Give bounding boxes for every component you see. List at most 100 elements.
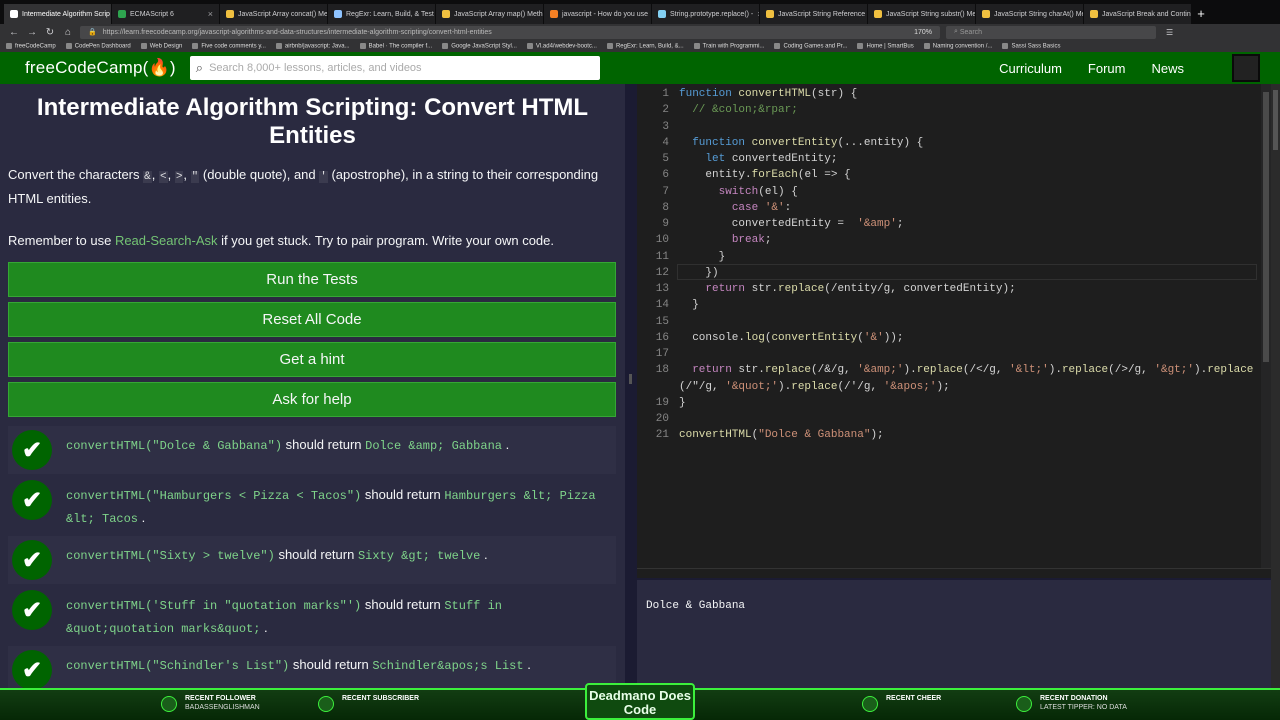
code-line[interactable]: 2 // &colon;&rpar; bbox=[637, 104, 1271, 120]
bookmark-item[interactable]: Naming convention /... bbox=[923, 42, 992, 49]
overlay-widget: Recent Subscriber bbox=[342, 695, 420, 702]
line-number: 17 bbox=[655, 348, 669, 360]
new-tab-button[interactable]: + bbox=[1192, 4, 1210, 24]
url-bar[interactable]: 🔒 https://learn.freecodecamp.org/javascr… bbox=[80, 25, 940, 39]
forward-icon[interactable]: → bbox=[26, 27, 38, 38]
code-line[interactable]: 12 }) bbox=[637, 267, 1271, 283]
browser-tab[interactable]: RegExr: Learn, Build, & Test R× bbox=[328, 4, 435, 24]
line-number: 19 bbox=[655, 396, 669, 409]
code-line[interactable]: 19} bbox=[637, 397, 1271, 413]
editor-horizontal-scrollbar[interactable] bbox=[637, 568, 1271, 578]
browser-tab[interactable]: JavaScript String substr() Me× bbox=[868, 4, 975, 24]
bookmark-item[interactable]: CodePen Dashboard bbox=[65, 42, 131, 49]
menu-icon[interactable]: ☰ bbox=[1166, 28, 1173, 37]
bookmark-item[interactable]: Vl.ad4/webdev-bootc... bbox=[526, 42, 597, 49]
bookmark-icon bbox=[65, 42, 72, 49]
bookmark-item[interactable]: Babel · The compiler f... bbox=[359, 42, 432, 49]
bookmark-item[interactable]: Five code comments y... bbox=[192, 42, 266, 49]
test-text: convertHTML("Hamburgers < Pizza < Tacos"… bbox=[66, 487, 596, 526]
close-icon[interactable]: × bbox=[208, 9, 213, 19]
code-line[interactable]: 1 function convertHTML(str) { bbox=[637, 88, 1271, 104]
code-line[interactable]: 17 bbox=[637, 348, 1271, 364]
browser-tab[interactable]: JavaScript String charAt() Me× bbox=[976, 4, 1083, 24]
test-text: convertHTML("Dolce & Gabbana") should re… bbox=[66, 437, 510, 453]
code-text: convertedEntity = '&amp'; bbox=[679, 218, 904, 230]
code-line[interactable]: 8 case '&': bbox=[637, 202, 1271, 218]
bookmark-item[interactable]: freeCodeCamp bbox=[6, 42, 56, 49]
code-line[interactable]: 3 bbox=[637, 121, 1271, 137]
challenge-buttons: Run the Tests Reset All Code Get a hint … bbox=[0, 252, 625, 417]
bookmark-item[interactable]: Web Design bbox=[140, 42, 182, 49]
code-line[interactable]: 13 return str.replace(/entity/g, convert… bbox=[637, 283, 1271, 299]
avatar[interactable] bbox=[1232, 54, 1260, 82]
line-number: 4 bbox=[662, 136, 669, 149]
browser-tab[interactable]: javascript - How do you use× bbox=[544, 4, 651, 24]
tab-label: RegExr: Learn, Build, & Test R bbox=[346, 10, 435, 18]
close-icon[interactable]: × bbox=[757, 9, 759, 19]
bookmark-icon bbox=[359, 42, 366, 49]
test-text: convertHTML('Stuff in "quotation marks"'… bbox=[66, 597, 502, 636]
lock-icon: 🔒 bbox=[88, 29, 97, 36]
browser-search-field[interactable]: ⌕ Search bbox=[946, 25, 1156, 39]
bookmark-icon bbox=[6, 42, 12, 49]
back-icon[interactable]: ← bbox=[8, 27, 20, 38]
browser-tab[interactable]: JavaScript String Reference × bbox=[760, 4, 867, 24]
code-line[interactable]: 4 function convertEntity(...entity) { bbox=[637, 137, 1271, 153]
code-line[interactable]: 16 console.log(convertEntity('&')); bbox=[637, 332, 1271, 348]
browser-tab[interactable]: JavaScript Array map() Meth× bbox=[436, 4, 543, 24]
bookmark-item[interactable]: Home | SmartBus bbox=[857, 42, 914, 49]
nav-forum[interactable]: Forum bbox=[1088, 61, 1126, 76]
reload-icon[interactable]: ↻ bbox=[44, 27, 56, 38]
check-icon: ✔ bbox=[12, 480, 52, 520]
ask-help-button[interactable]: Ask for help bbox=[8, 382, 616, 417]
code-line[interactable]: 18 return str.replace(/&/g, '&amp;').rep… bbox=[637, 364, 1271, 380]
fcc-logo[interactable]: freeCodeCamp(🔥) bbox=[25, 58, 176, 78]
code-line[interactable]: 6 entity.forEach(el => { bbox=[637, 169, 1271, 185]
page-scrollbar[interactable] bbox=[1271, 84, 1280, 720]
code-line[interactable]: 9 convertedEntity = '&amp'; bbox=[637, 218, 1271, 234]
browser-tab[interactable]: JavaScript Array concat() Me× bbox=[220, 4, 327, 24]
code-line[interactable]: 14 } bbox=[637, 299, 1271, 315]
bookmark-icon bbox=[526, 42, 533, 49]
bookmark-item[interactable]: airbnb/javascript: Java... bbox=[275, 42, 350, 49]
code-line[interactable]: (/"/g, '&quot;').replace(/'/g, '&apos;')… bbox=[637, 381, 1271, 397]
pane-divider[interactable] bbox=[625, 84, 637, 720]
browser-tab[interactable]: String.prototype.replace() -× bbox=[652, 4, 759, 24]
favicon-icon bbox=[442, 10, 450, 18]
browser-tab-bar: Intermediate Algorithm Scrip×ECMAScript … bbox=[0, 0, 1280, 24]
bookmark-item[interactable]: RegExr: Learn, Build, &... bbox=[606, 42, 684, 49]
line-number: 16 bbox=[655, 331, 669, 344]
home-icon[interactable]: ⌂ bbox=[62, 27, 74, 38]
nav-news[interactable]: News bbox=[1151, 61, 1184, 76]
code-text: case '&': bbox=[731, 201, 792, 214]
code-text: switch(el) { bbox=[718, 185, 798, 198]
browser-tab[interactable]: Intermediate Algorithm Scrip× bbox=[4, 4, 111, 24]
get-hint-button[interactable]: Get a hint bbox=[8, 342, 616, 377]
browser-tab[interactable]: ECMAScript 6 × bbox=[112, 4, 219, 24]
run-tests-button[interactable]: Run the Tests bbox=[8, 262, 616, 297]
read-search-ask-link[interactable]: Read-Search-Ask bbox=[115, 233, 218, 248]
code-line[interactable]: 21 convertHTML("Dolce & Gabbana"); bbox=[637, 429, 1271, 445]
reset-code-button[interactable]: Reset All Code bbox=[8, 302, 616, 337]
tab-label: JavaScript Array concat() Me bbox=[238, 10, 327, 18]
favicon-icon bbox=[1090, 10, 1098, 18]
bookmark-item[interactable]: Train with Programmi... bbox=[693, 42, 764, 49]
test-row: ✔ convertHTML("Hamburgers < Pizza < Tacos… bbox=[8, 476, 616, 534]
code-line[interactable]: 7 switch(el) { bbox=[637, 186, 1271, 202]
code-line[interactable]: 10 break; bbox=[637, 234, 1271, 250]
tab-label: JavaScript Break and Continu bbox=[1102, 10, 1191, 18]
bookmark-item[interactable]: Google JavaScript Styl... bbox=[442, 42, 517, 49]
code-line[interactable]: 5 let convertedEntity; bbox=[637, 153, 1271, 169]
overlay-widget: Recent Donation Latest tipper: No data bbox=[1040, 695, 1127, 711]
code-line[interactable]: 20 bbox=[637, 413, 1271, 429]
browser-tab[interactable]: JavaScript Break and Continu× bbox=[1084, 4, 1191, 24]
code-line[interactable]: 15 bbox=[637, 316, 1271, 332]
site-search-input[interactable]: ⌕ Search 8,000+ lessons, articles, and v… bbox=[189, 56, 600, 80]
zoom-level[interactable]: 170% bbox=[914, 29, 932, 36]
bookmark-item[interactable]: Coding Games and Pr... bbox=[774, 42, 847, 49]
code-line[interactable]: 11 } bbox=[637, 251, 1271, 267]
bookmark-item[interactable]: Sassi Sass Basics bbox=[1002, 42, 1060, 49]
nav-curriculum[interactable]: Curriculum bbox=[999, 61, 1062, 76]
code-editor[interactable]: 1 function convertHTML(str) {2 // &colon;… bbox=[637, 84, 1271, 578]
line-number: 15 bbox=[655, 315, 669, 328]
